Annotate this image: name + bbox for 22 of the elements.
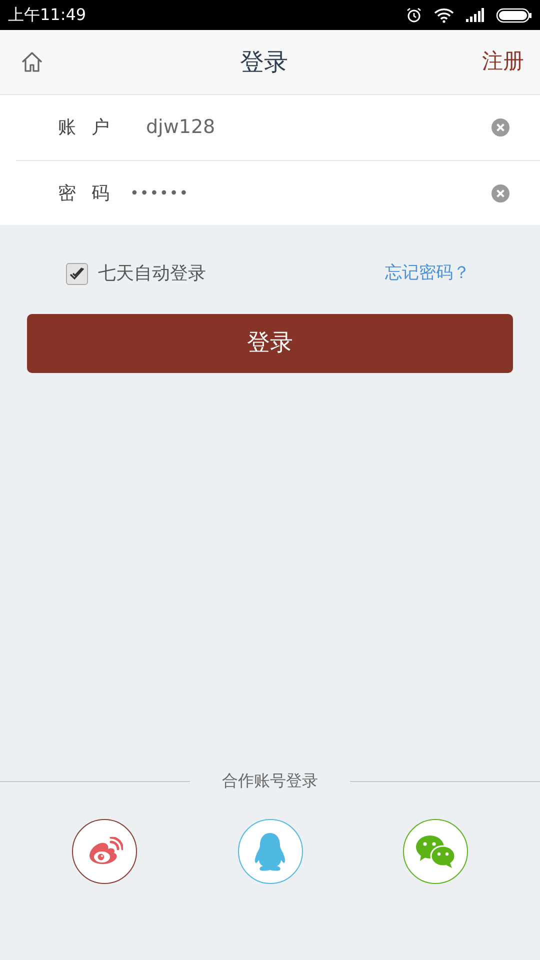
password-field[interactable]: •••••• <box>130 182 491 204</box>
wifi-icon <box>434 8 454 22</box>
page-title: 登录 <box>240 47 288 78</box>
alarm-icon <box>406 7 422 23</box>
login-button[interactable]: 登录 <box>27 314 513 373</box>
checkmark-icon <box>69 266 85 280</box>
battery-icon <box>496 8 532 22</box>
field-label: 密 码 <box>58 182 111 206</box>
clear-icon[interactable] <box>491 118 510 137</box>
clear-icon[interactable] <box>491 184 510 202</box>
remember-label: 七天自动登录 <box>98 262 206 286</box>
status-time: 上午11:49 <box>8 4 86 26</box>
field-label: 账 户 <box>58 116 111 140</box>
chat-bubbles-icon <box>414 834 456 870</box>
forgot-password-link[interactable]: 忘记密码？ <box>385 260 470 286</box>
register-link[interactable]: 注册 <box>482 46 524 78</box>
partner-login-title: 合作账号登录 <box>221 770 319 792</box>
remember-checkbox[interactable] <box>66 262 88 284</box>
eye-swirl-icon <box>86 836 122 866</box>
account-field[interactable]: djw128 <box>146 113 491 142</box>
penguin-icon <box>253 832 287 872</box>
signal-icon <box>466 8 484 22</box>
